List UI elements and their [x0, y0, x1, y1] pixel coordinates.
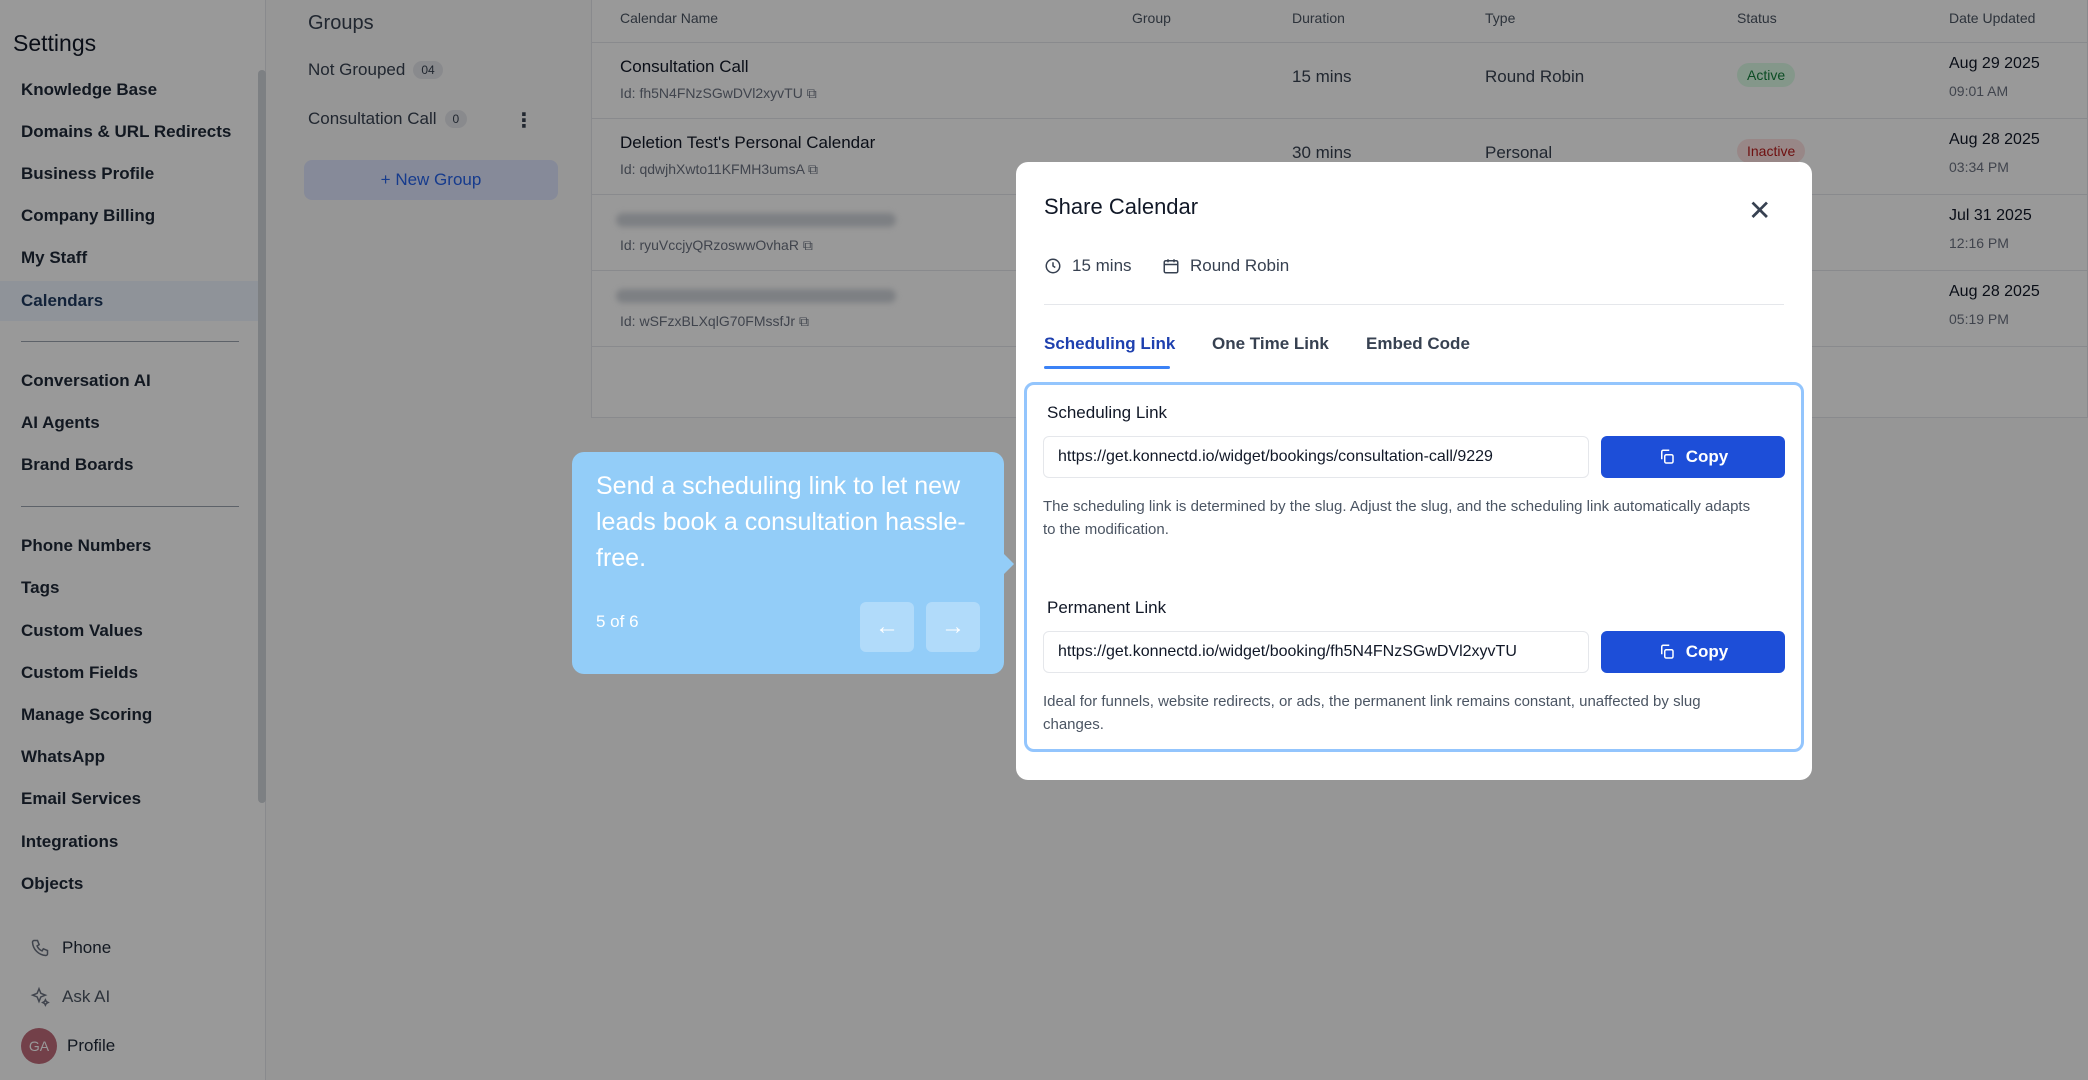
- close-icon[interactable]: ✕: [1748, 194, 1771, 227]
- clock-icon: [1045, 258, 1061, 274]
- duration-value: 15 mins: [1072, 256, 1132, 275]
- tab-one-time-link[interactable]: One Time Link: [1212, 334, 1329, 354]
- copy-permanent-link-button[interactable]: Copy: [1601, 631, 1785, 673]
- copy-icon: [1660, 449, 1674, 464]
- copy-scheduling-link-button[interactable]: Copy: [1601, 436, 1785, 478]
- modal-divider: [1044, 304, 1784, 305]
- links-panel: Scheduling Link https://get.konnectd.io/…: [1024, 382, 1804, 752]
- tour-text: Send a scheduling link to let new leads …: [596, 472, 966, 572]
- tab-scheduling-link[interactable]: Scheduling Link: [1044, 334, 1175, 354]
- arrow-left-icon: ←: [875, 613, 899, 640]
- copy-label: Copy: [1685, 447, 1729, 466]
- scheduling-link-label: Scheduling Link: [1047, 403, 1168, 422]
- modal-title: Share Calendar: [1044, 194, 1199, 219]
- duration-meta: 15 mins: [1044, 256, 1132, 276]
- tab-embed-code[interactable]: Embed Code: [1366, 334, 1470, 354]
- permanent-link-label: Permanent Link: [1047, 598, 1167, 617]
- tour-next-button[interactable]: →: [926, 602, 980, 652]
- scheduling-link-help: The scheduling link is determined by the…: [1043, 498, 1751, 538]
- tooltip-pointer: [1004, 554, 1014, 574]
- copy-label: Copy: [1685, 642, 1729, 661]
- scheduling-link-field[interactable]: https://get.konnectd.io/widget/bookings/…: [1043, 436, 1589, 478]
- tour-tooltip: Send a scheduling link to let new leads …: [572, 452, 1014, 674]
- permanent-link-field[interactable]: https://get.konnectd.io/widget/booking/f…: [1043, 631, 1589, 673]
- tour-step-counter: 5 of 6: [596, 612, 639, 631]
- active-tab-indicator: [1044, 366, 1170, 369]
- type-value: Round Robin: [1190, 256, 1290, 275]
- arrow-right-icon: →: [941, 613, 965, 640]
- permanent-link-help: Ideal for funnels, website redirects, or…: [1043, 693, 1701, 733]
- type-meta: Round Robin: [1162, 256, 1289, 276]
- calendar-icon: [1163, 259, 1179, 274]
- copy-icon: [1660, 644, 1674, 659]
- share-calendar-modal: Share Calendar ✕ 15 mins Round Robin Sch…: [1016, 162, 1812, 780]
- tour-prev-button[interactable]: ←: [860, 602, 914, 652]
